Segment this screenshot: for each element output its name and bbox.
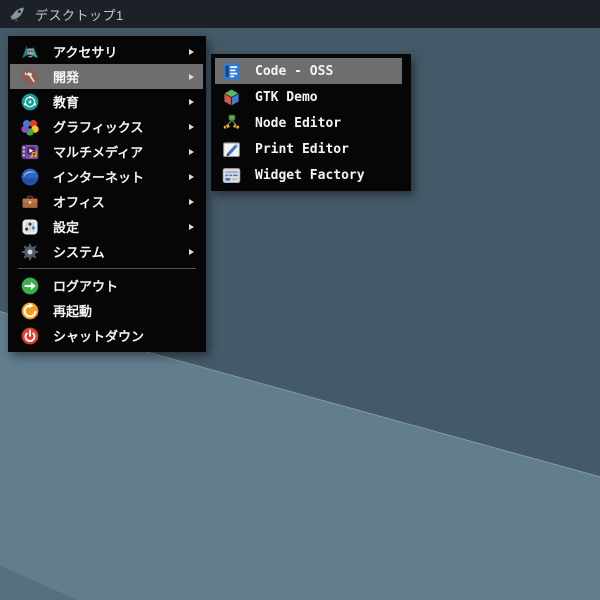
accessories-icon <box>20 42 40 62</box>
submenu-arrow-icon <box>189 48 194 55</box>
submenu-item[interactable]: GTK Demo <box>215 84 402 110</box>
development-submenu: Code - OSS GTK Demo Node Editor Print Ed… <box>211 54 411 191</box>
submenu-arrow-icon <box>189 148 194 155</box>
internet-icon <box>20 167 40 187</box>
menu-item[interactable]: マルチメディア <box>10 139 203 164</box>
desktop-title: デスクトップ1 <box>35 7 124 23</box>
submenu-arrow-icon <box>189 223 194 230</box>
office-icon <box>20 192 40 212</box>
submenu-arrow-icon <box>189 98 194 105</box>
restart-icon <box>20 301 40 321</box>
rocket-icon[interactable] <box>8 5 26 23</box>
menu-item[interactable]: 再起動 <box>10 298 203 323</box>
submenu-arrow-icon <box>189 248 194 255</box>
submenu-arrow-icon <box>189 73 194 80</box>
shutdown-icon <box>20 326 40 346</box>
education-icon <box>20 92 40 112</box>
menu-item[interactable]: 教育 <box>10 89 203 114</box>
menu-separator <box>18 268 196 269</box>
submenu-item[interactable]: Code - OSS <box>215 58 402 84</box>
node-editor-icon <box>221 113 242 134</box>
submenu-item[interactable]: Widget Factory <box>215 162 402 188</box>
menu-item[interactable]: 設定 <box>10 214 203 239</box>
menu-item[interactable]: グラフィックス <box>10 114 203 139</box>
gtk-demo-icon <box>221 87 242 108</box>
widget-factory-icon <box>221 165 242 186</box>
menu-categories: アクセサリ 開発 教育 グラフィックス マルチメディア インターネット オフィス… <box>8 39 206 264</box>
menu-item[interactable]: シャットダウン <box>10 323 203 348</box>
menu-item[interactable]: アクセサリ <box>10 39 203 64</box>
logout-icon <box>20 276 40 296</box>
menu-item[interactable]: ログアウト <box>10 273 203 298</box>
applications-menu: アクセサリ 開発 教育 グラフィックス マルチメディア インターネット オフィス… <box>8 36 206 352</box>
multimedia-icon <box>20 142 40 162</box>
graphics-icon <box>20 117 40 137</box>
submenu-arrow-icon <box>189 173 194 180</box>
system-icon <box>20 242 40 262</box>
submenu-items: Code - OSS GTK Demo Node Editor Print Ed… <box>211 58 411 188</box>
submenu-item[interactable]: Print Editor <box>215 136 402 162</box>
taskbar: デスクトップ1 <box>0 0 600 28</box>
menu-item[interactable]: 開発 <box>10 64 203 89</box>
menu-actions: ログアウト 再起動 シャットダウン <box>8 273 206 348</box>
submenu-arrow-icon <box>189 123 194 130</box>
submenu-arrow-icon <box>189 198 194 205</box>
print-editor-icon <box>221 139 242 160</box>
settings-icon <box>20 217 40 237</box>
code-oss-icon <box>221 61 242 82</box>
wallpaper-corner-facet <box>0 566 78 600</box>
menu-item[interactable]: システム <box>10 239 203 264</box>
menu-item[interactable]: オフィス <box>10 189 203 214</box>
submenu-item[interactable]: Node Editor <box>215 110 402 136</box>
menu-item[interactable]: インターネット <box>10 164 203 189</box>
development-icon <box>20 67 40 87</box>
